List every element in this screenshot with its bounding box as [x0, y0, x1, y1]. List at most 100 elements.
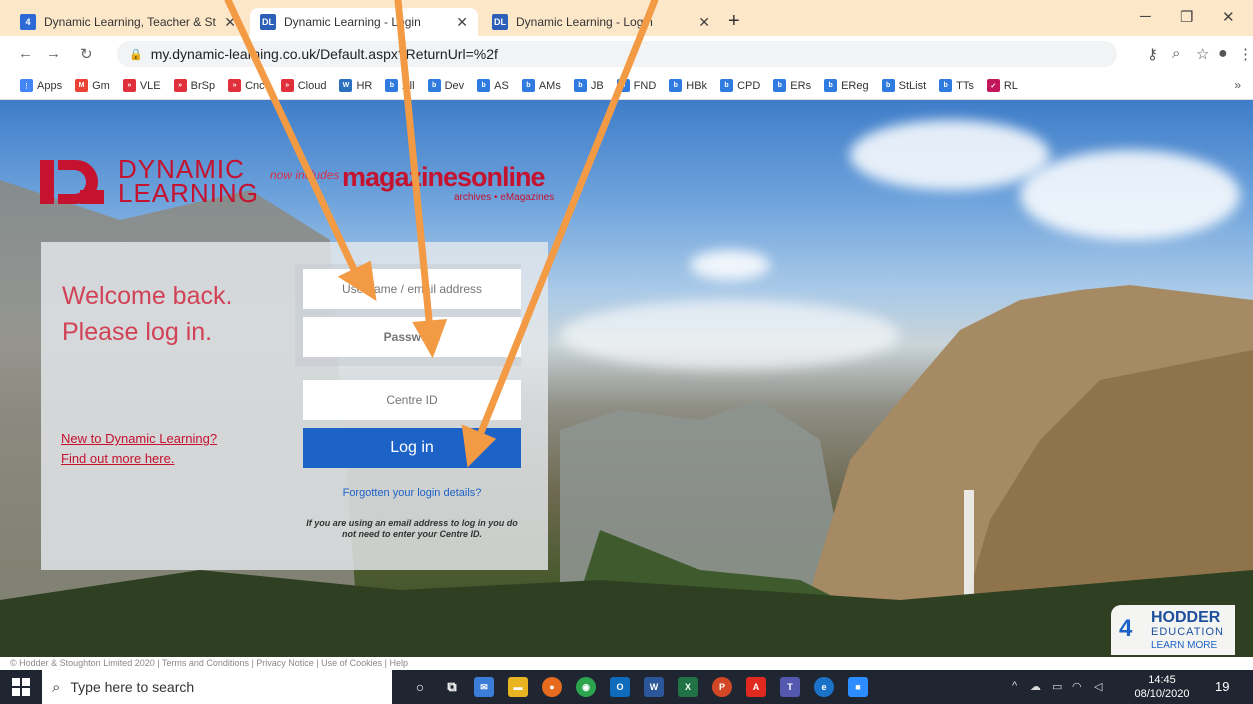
- forgotten-login-link[interactable]: Forgotten your login details?: [303, 487, 521, 499]
- brsp-icon: »: [173, 79, 187, 92]
- windows-start-icon[interactable]: [12, 678, 30, 696]
- task-view-icon[interactable]: ⧉: [442, 677, 462, 697]
- more-bookmarks-icon[interactable]: »: [1234, 78, 1241, 92]
- box-icon: b: [616, 79, 630, 92]
- bookmark-hbk[interactable]: b HBk: [669, 79, 707, 92]
- centre-id-input[interactable]: [303, 380, 521, 420]
- dl-favicon-icon: DL: [492, 14, 508, 30]
- bookmark-star-icon[interactable]: ☆: [1196, 45, 1209, 63]
- tray-chevron-icon[interactable]: ^: [1012, 680, 1017, 692]
- bookmarks-bar: ⋮ Apps M Gm » VLE » BrSp » Cnct » Cloud W HR bA…: [0, 72, 1253, 100]
- bookmark-cnct[interactable]: » Cnct: [228, 79, 268, 92]
- bookmark-hr[interactable]: W HR: [339, 79, 372, 92]
- battery-icon[interactable]: ▭: [1052, 680, 1062, 693]
- close-tab-icon[interactable]: ✕: [698, 14, 710, 31]
- file-explorer-icon[interactable]: ▬: [508, 677, 528, 697]
- new-tab-icon[interactable]: +: [728, 10, 740, 33]
- chrome-icon[interactable]: ◉: [576, 677, 596, 697]
- key-icon[interactable]: ⚷: [1147, 45, 1158, 63]
- outlook-mail-icon[interactable]: ✉: [474, 677, 494, 697]
- password-input[interactable]: [303, 317, 521, 357]
- edge-icon[interactable]: e: [814, 677, 834, 697]
- acrobat-icon[interactable]: A: [746, 677, 766, 697]
- zoom-icon[interactable]: ⌕: [1172, 45, 1180, 62]
- volume-icon[interactable]: ◁: [1094, 680, 1102, 693]
- zoom-app-icon[interactable]: ■: [848, 677, 868, 697]
- cloud-icon: »: [280, 79, 294, 92]
- powerpoint-icon[interactable]: P: [712, 677, 732, 697]
- back-icon[interactable]: ←: [18, 45, 33, 62]
- notification-center-icon[interactable]: 19: [1215, 679, 1229, 694]
- box-icon: b: [939, 79, 953, 92]
- magazines-online-subtitle: archives • eMagazines: [454, 192, 555, 203]
- bookmark-vle[interactable]: » VLE: [122, 79, 161, 92]
- forward-icon[interactable]: →: [46, 45, 61, 62]
- bookmark-all[interactable]: b All: [385, 79, 415, 92]
- box-icon: b: [824, 79, 838, 92]
- close-window-icon[interactable]: ✕: [1222, 8, 1235, 26]
- hodder-education-badge[interactable]: 4 HODDER EDUCATION LEARN MORE: [1111, 605, 1235, 655]
- bookmark-cpd[interactable]: b CPD: [720, 79, 760, 92]
- bookmark-fnd[interactable]: b FND: [616, 79, 656, 92]
- taskbar-clock[interactable]: 14:45 08/10/2020: [1133, 673, 1191, 701]
- onedrive-icon[interactable]: ☁: [1030, 680, 1041, 693]
- outlook-icon[interactable]: O: [610, 677, 630, 697]
- bookmark-rl[interactable]: ✓ RL: [986, 79, 1018, 92]
- box-icon: b: [773, 79, 787, 92]
- login-panel: Welcome back. Please log in. Log in Forg…: [41, 242, 548, 570]
- hodder-favicon-icon: 4: [20, 14, 36, 30]
- menu-kebab-icon[interactable]: ⋮: [1238, 45, 1253, 63]
- gmail-icon: M: [75, 79, 89, 92]
- excel-icon[interactable]: X: [678, 677, 698, 697]
- bookmark-gm[interactable]: M Gm: [75, 79, 110, 92]
- bookmark-ereg[interactable]: b EReg: [824, 79, 869, 92]
- browser-tab-bar: 4 Dynamic Learning, Teacher & Stu ✕ DL D…: [0, 0, 1253, 36]
- lock-icon: 🔒: [129, 48, 143, 61]
- url-field[interactable]: 🔒 my.dynamic-learning.co.uk/Default.aspx…: [117, 41, 1117, 67]
- reload-icon[interactable]: ↻: [80, 45, 93, 63]
- cortana-icon[interactable]: ○: [410, 677, 430, 697]
- wifi-icon[interactable]: ◠: [1072, 680, 1082, 693]
- teams-icon[interactable]: T: [780, 677, 800, 697]
- box-icon: b: [669, 79, 683, 92]
- bookmark-as[interactable]: b AS: [477, 79, 509, 92]
- learn-more-link[interactable]: LEARN MORE: [1151, 640, 1217, 651]
- close-tab-icon[interactable]: ✕: [224, 14, 236, 31]
- dynamic-learning-logo-icon: [40, 160, 104, 204]
- bookmark-stlist[interactable]: b StList: [881, 79, 926, 92]
- restore-icon[interactable]: ❐: [1180, 8, 1193, 26]
- box-icon: b: [385, 79, 399, 92]
- firefox-icon[interactable]: ●: [542, 677, 562, 697]
- welcome-heading: Welcome back.: [62, 282, 233, 310]
- bookmark-cloud[interactable]: » Cloud: [280, 79, 326, 92]
- please-login-heading: Please log in.: [62, 318, 213, 346]
- login-button[interactable]: Log in: [303, 428, 521, 468]
- minimize-icon[interactable]: ─: [1140, 8, 1151, 25]
- tab-dynamic-learning-teacher[interactable]: 4 Dynamic Learning, Teacher & Stu ✕: [10, 8, 246, 36]
- username-input[interactable]: [303, 269, 521, 309]
- new-to-dynamic-learning-link[interactable]: New to Dynamic Learning?: [61, 431, 217, 446]
- taskbar-search-box[interactable]: ⌕ Type here to search: [42, 670, 392, 704]
- bookmark-dev[interactable]: b Dev: [427, 79, 464, 92]
- box-icon: b: [427, 79, 441, 92]
- box-icon: b: [521, 79, 535, 92]
- bookmark-brsp[interactable]: » BrSp: [173, 79, 215, 92]
- bookmark-apps[interactable]: ⋮ Apps: [20, 79, 62, 92]
- email-login-note: If you are using an email address to log…: [306, 518, 518, 539]
- page-footer: © Hodder & Stoughton Limited 2020 | Term…: [0, 657, 1253, 670]
- find-out-more-link[interactable]: Find out more here.: [61, 451, 174, 466]
- profile-avatar-icon[interactable]: ●: [1218, 45, 1228, 63]
- hodder-logo-icon: 4: [1119, 615, 1133, 642]
- bookmark-ers[interactable]: b ERs: [773, 79, 811, 92]
- bookmark-jb[interactable]: b JB: [573, 79, 604, 92]
- bookmark-tts[interactable]: b TTs: [939, 79, 974, 92]
- close-tab-icon[interactable]: ✕: [456, 14, 468, 31]
- word-icon[interactable]: W: [644, 677, 664, 697]
- magazines-online-logo: magazinesonline: [342, 162, 546, 192]
- vle-icon: »: [122, 79, 136, 92]
- tab-dynamic-learning-login-active[interactable]: DL Dynamic Learning - Login ✕: [250, 8, 478, 36]
- bookmark-ams[interactable]: b AMs: [521, 79, 561, 92]
- apps-grid-icon: ⋮: [20, 79, 33, 92]
- login-page: DYNAMIC LEARNING now includes magazineso…: [0, 100, 1253, 657]
- tab-dynamic-learning-login[interactable]: DL Dynamic Learning - Login ✕: [482, 8, 720, 36]
